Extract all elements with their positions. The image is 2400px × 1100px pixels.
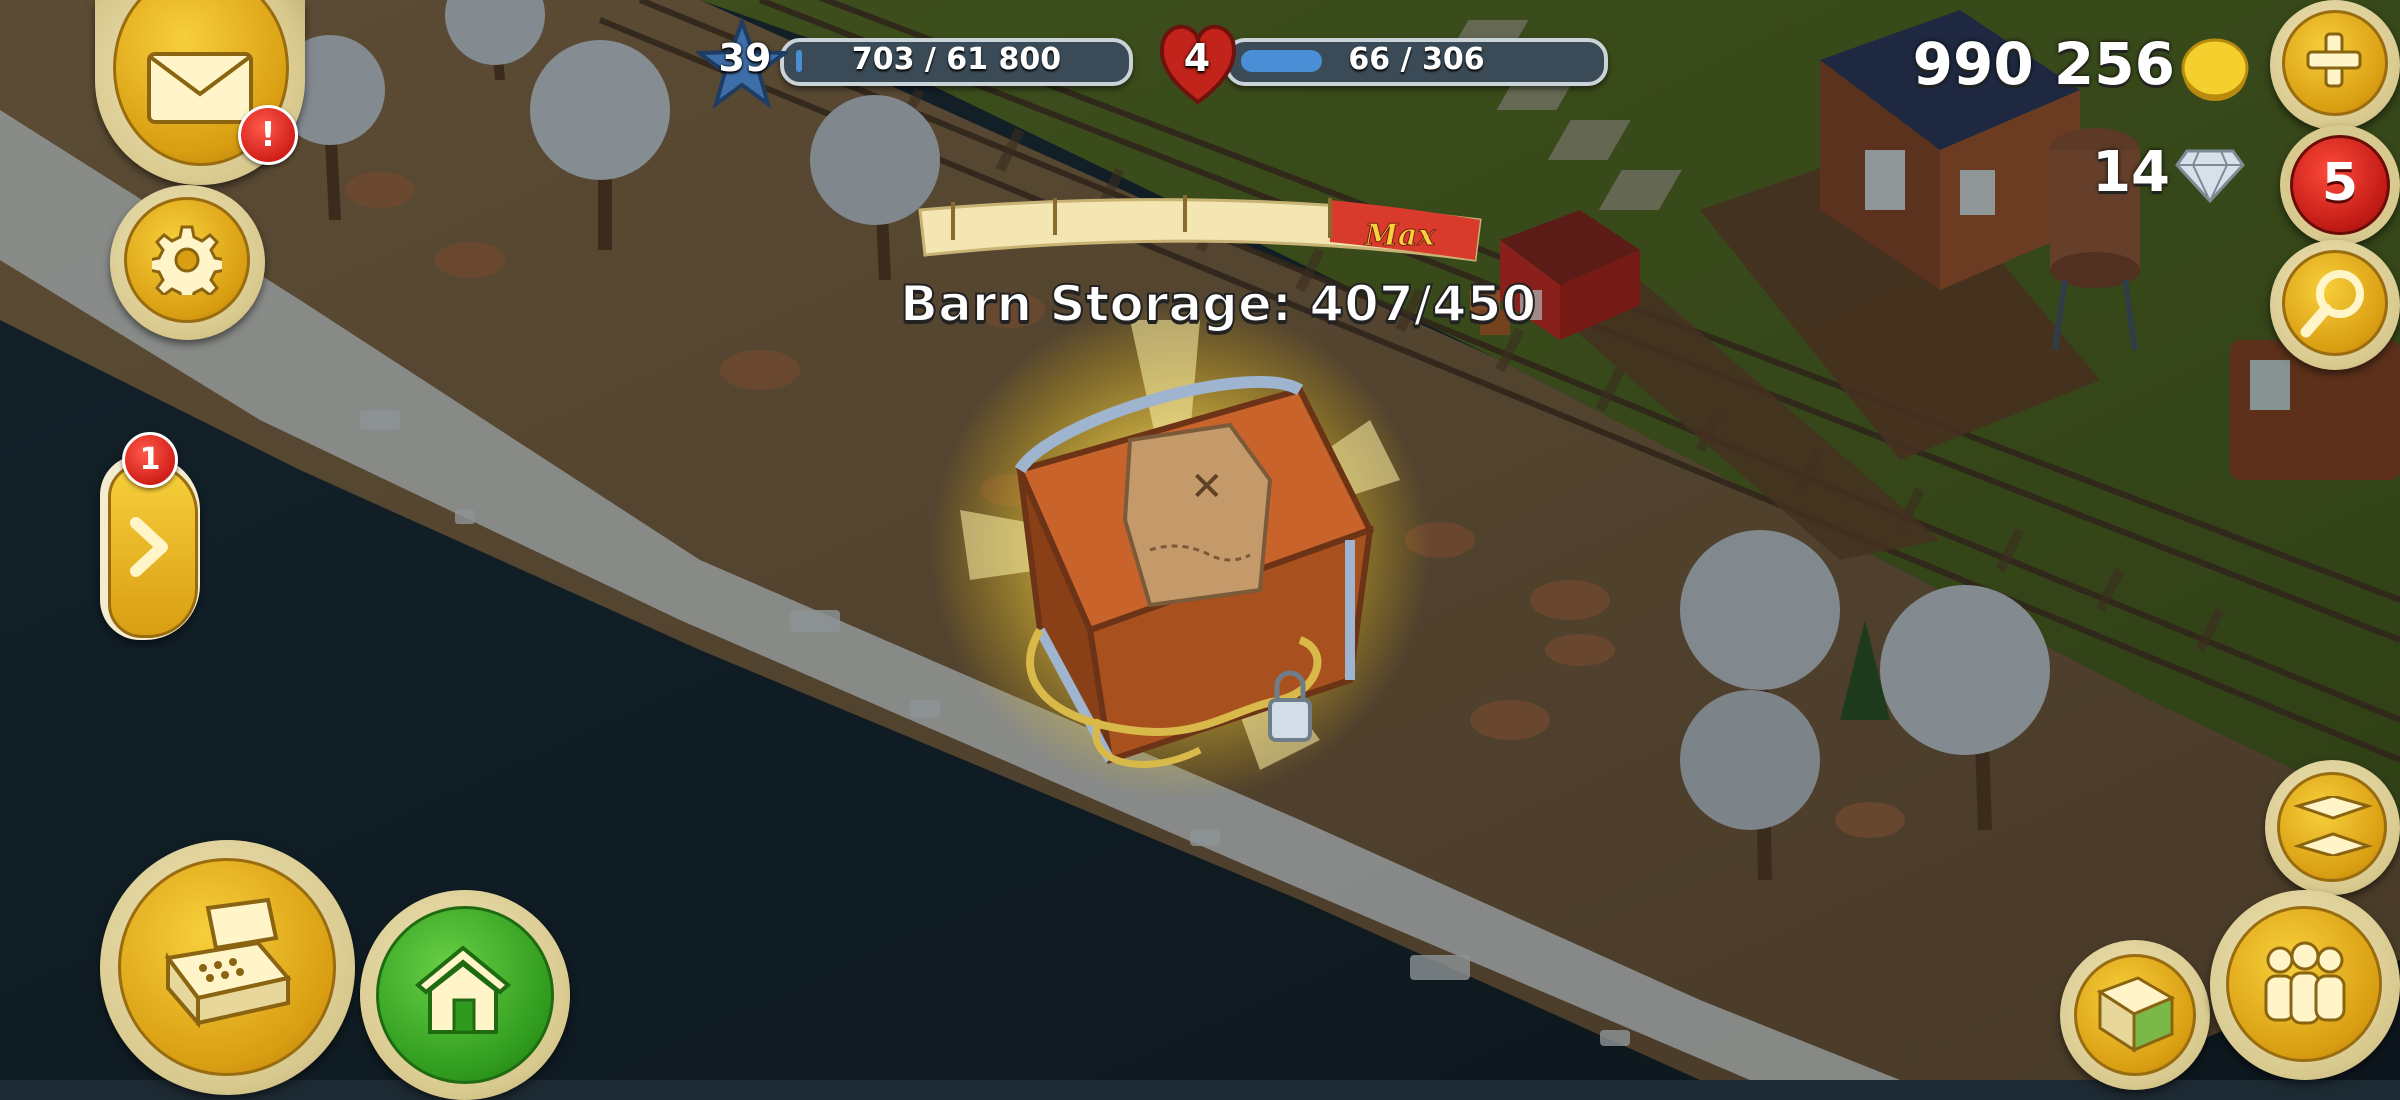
gear-icon [152, 225, 222, 295]
silo-text: 66 / 306 [1348, 42, 1485, 77]
barn-storage-popup: Max Barn Storage: 407/450 [899, 180, 1537, 350]
level-xp-bar: 703 / 61 800 39 [696, 18, 1140, 110]
silo-storage-bar: 66 / 306 4 [1155, 24, 1615, 105]
barn-storage-title: Barn Storage: 407/450 [899, 274, 1537, 334]
house-icon [414, 945, 512, 1034]
map-expand-button[interactable] [2265, 760, 2400, 895]
diamonds-amount: 14 [2092, 140, 2170, 205]
chevron-right-icon [130, 517, 168, 577]
side-tab-badge: 1 [122, 432, 178, 488]
barn-max-label: Max [1364, 218, 1437, 253]
red-counter-button[interactable]: 5 [2280, 125, 2400, 245]
level-number: 39 [718, 36, 772, 80]
xp-text: 703 / 61 800 [851, 42, 1062, 77]
map-icon [2096, 976, 2176, 1053]
mail-alert-badge: ! [238, 105, 298, 165]
search-button[interactable] [2270, 240, 2400, 370]
map-button[interactable] [2060, 940, 2210, 1090]
coins-display: 990 256 [1913, 25, 2250, 115]
diamonds-display: 14 [2040, 135, 2250, 215]
add-currency-button[interactable] [2270, 0, 2400, 130]
coin-icon [2181, 38, 2249, 101]
svg-text:✕: ✕ [1190, 464, 1224, 510]
coins-amount: 990 256 [1912, 30, 2175, 98]
settings-button[interactable] [110, 185, 265, 340]
treasure-chest[interactable]: ✕ [900, 300, 1460, 820]
home-button[interactable] [360, 890, 570, 1100]
barn-progress-bar: Max [918, 195, 1482, 262]
envelope-icon [147, 52, 253, 124]
diamond-icon [2175, 149, 2245, 203]
plus-icon [2306, 32, 2362, 88]
friends-button[interactable] [2210, 890, 2400, 1080]
expand-arrows-icon [2293, 796, 2373, 856]
storage-level-number: 4 [1183, 36, 1211, 80]
friends-icon [2264, 941, 2346, 1025]
red-counter-value: 5 [2321, 153, 2359, 213]
magnifier-icon [2300, 270, 2364, 338]
cash-register-icon [164, 898, 292, 1028]
shop-button[interactable] [100, 840, 355, 1095]
